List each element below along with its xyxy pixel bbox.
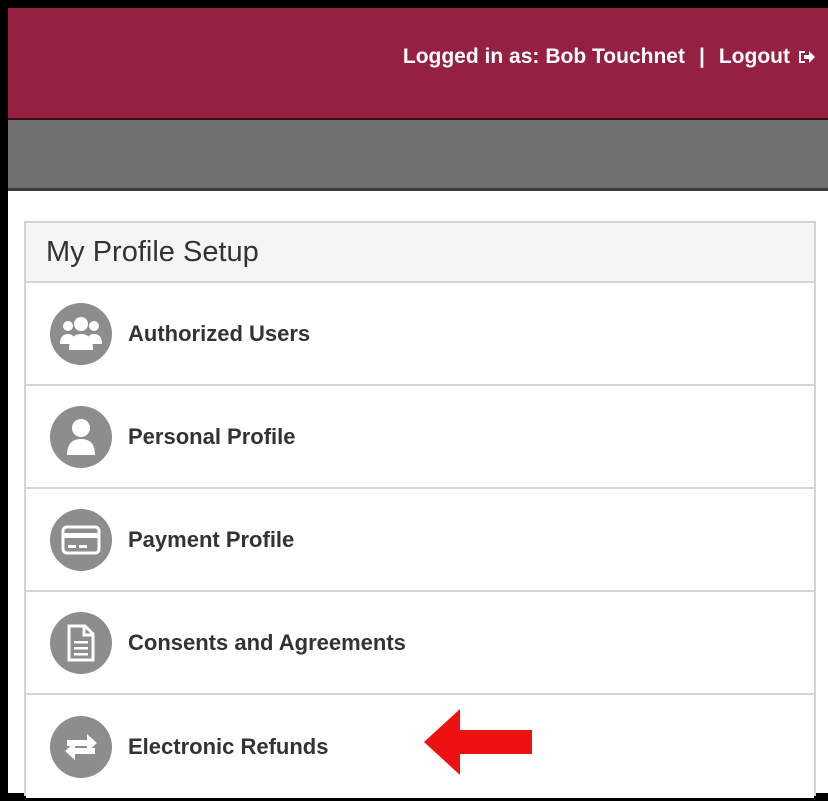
menu-item-label: Consents and Agreements [128, 629, 406, 655]
user-name: Bob Touchnet [545, 45, 685, 68]
profile-setup-panel: My Profile Setup Authorized Users Person… [24, 221, 816, 798]
header-bar: Logged in as: Bob Touchnet | Logout [8, 8, 828, 120]
menu-item-electronic-refunds[interactable]: Electronic Refunds [26, 695, 814, 798]
menu-item-authorized-users[interactable]: Authorized Users [26, 283, 814, 386]
credit-card-icon [50, 508, 112, 571]
user-icon [50, 405, 112, 468]
refresh-icon [50, 715, 112, 778]
logout-label: Logout [718, 45, 790, 68]
separator: | [698, 45, 705, 68]
menu-item-personal-profile[interactable]: Personal Profile [26, 386, 814, 489]
user-info: Logged in as: Bob Touchnet | Logout [403, 45, 816, 69]
menu-item-label: Payment Profile [128, 526, 295, 552]
menu-item-label: Authorized Users [128, 320, 311, 346]
panel-title: My Profile Setup [26, 223, 814, 283]
red-arrow-annotation [424, 709, 532, 775]
logout-link[interactable]: Logout [719, 45, 816, 69]
secondary-nav-bar [8, 120, 828, 191]
menu-item-payment-profile[interactable]: Payment Profile [26, 489, 814, 592]
document-icon [50, 611, 112, 674]
logged-in-prefix: Logged in as: [402, 45, 540, 68]
users-icon [50, 302, 112, 365]
logout-icon [799, 51, 815, 63]
menu-item-consents-and-agreements[interactable]: Consents and Agreements [26, 592, 814, 695]
menu-item-label: Personal Profile [128, 423, 296, 449]
menu-item-label: Electronic Refunds [128, 733, 329, 759]
